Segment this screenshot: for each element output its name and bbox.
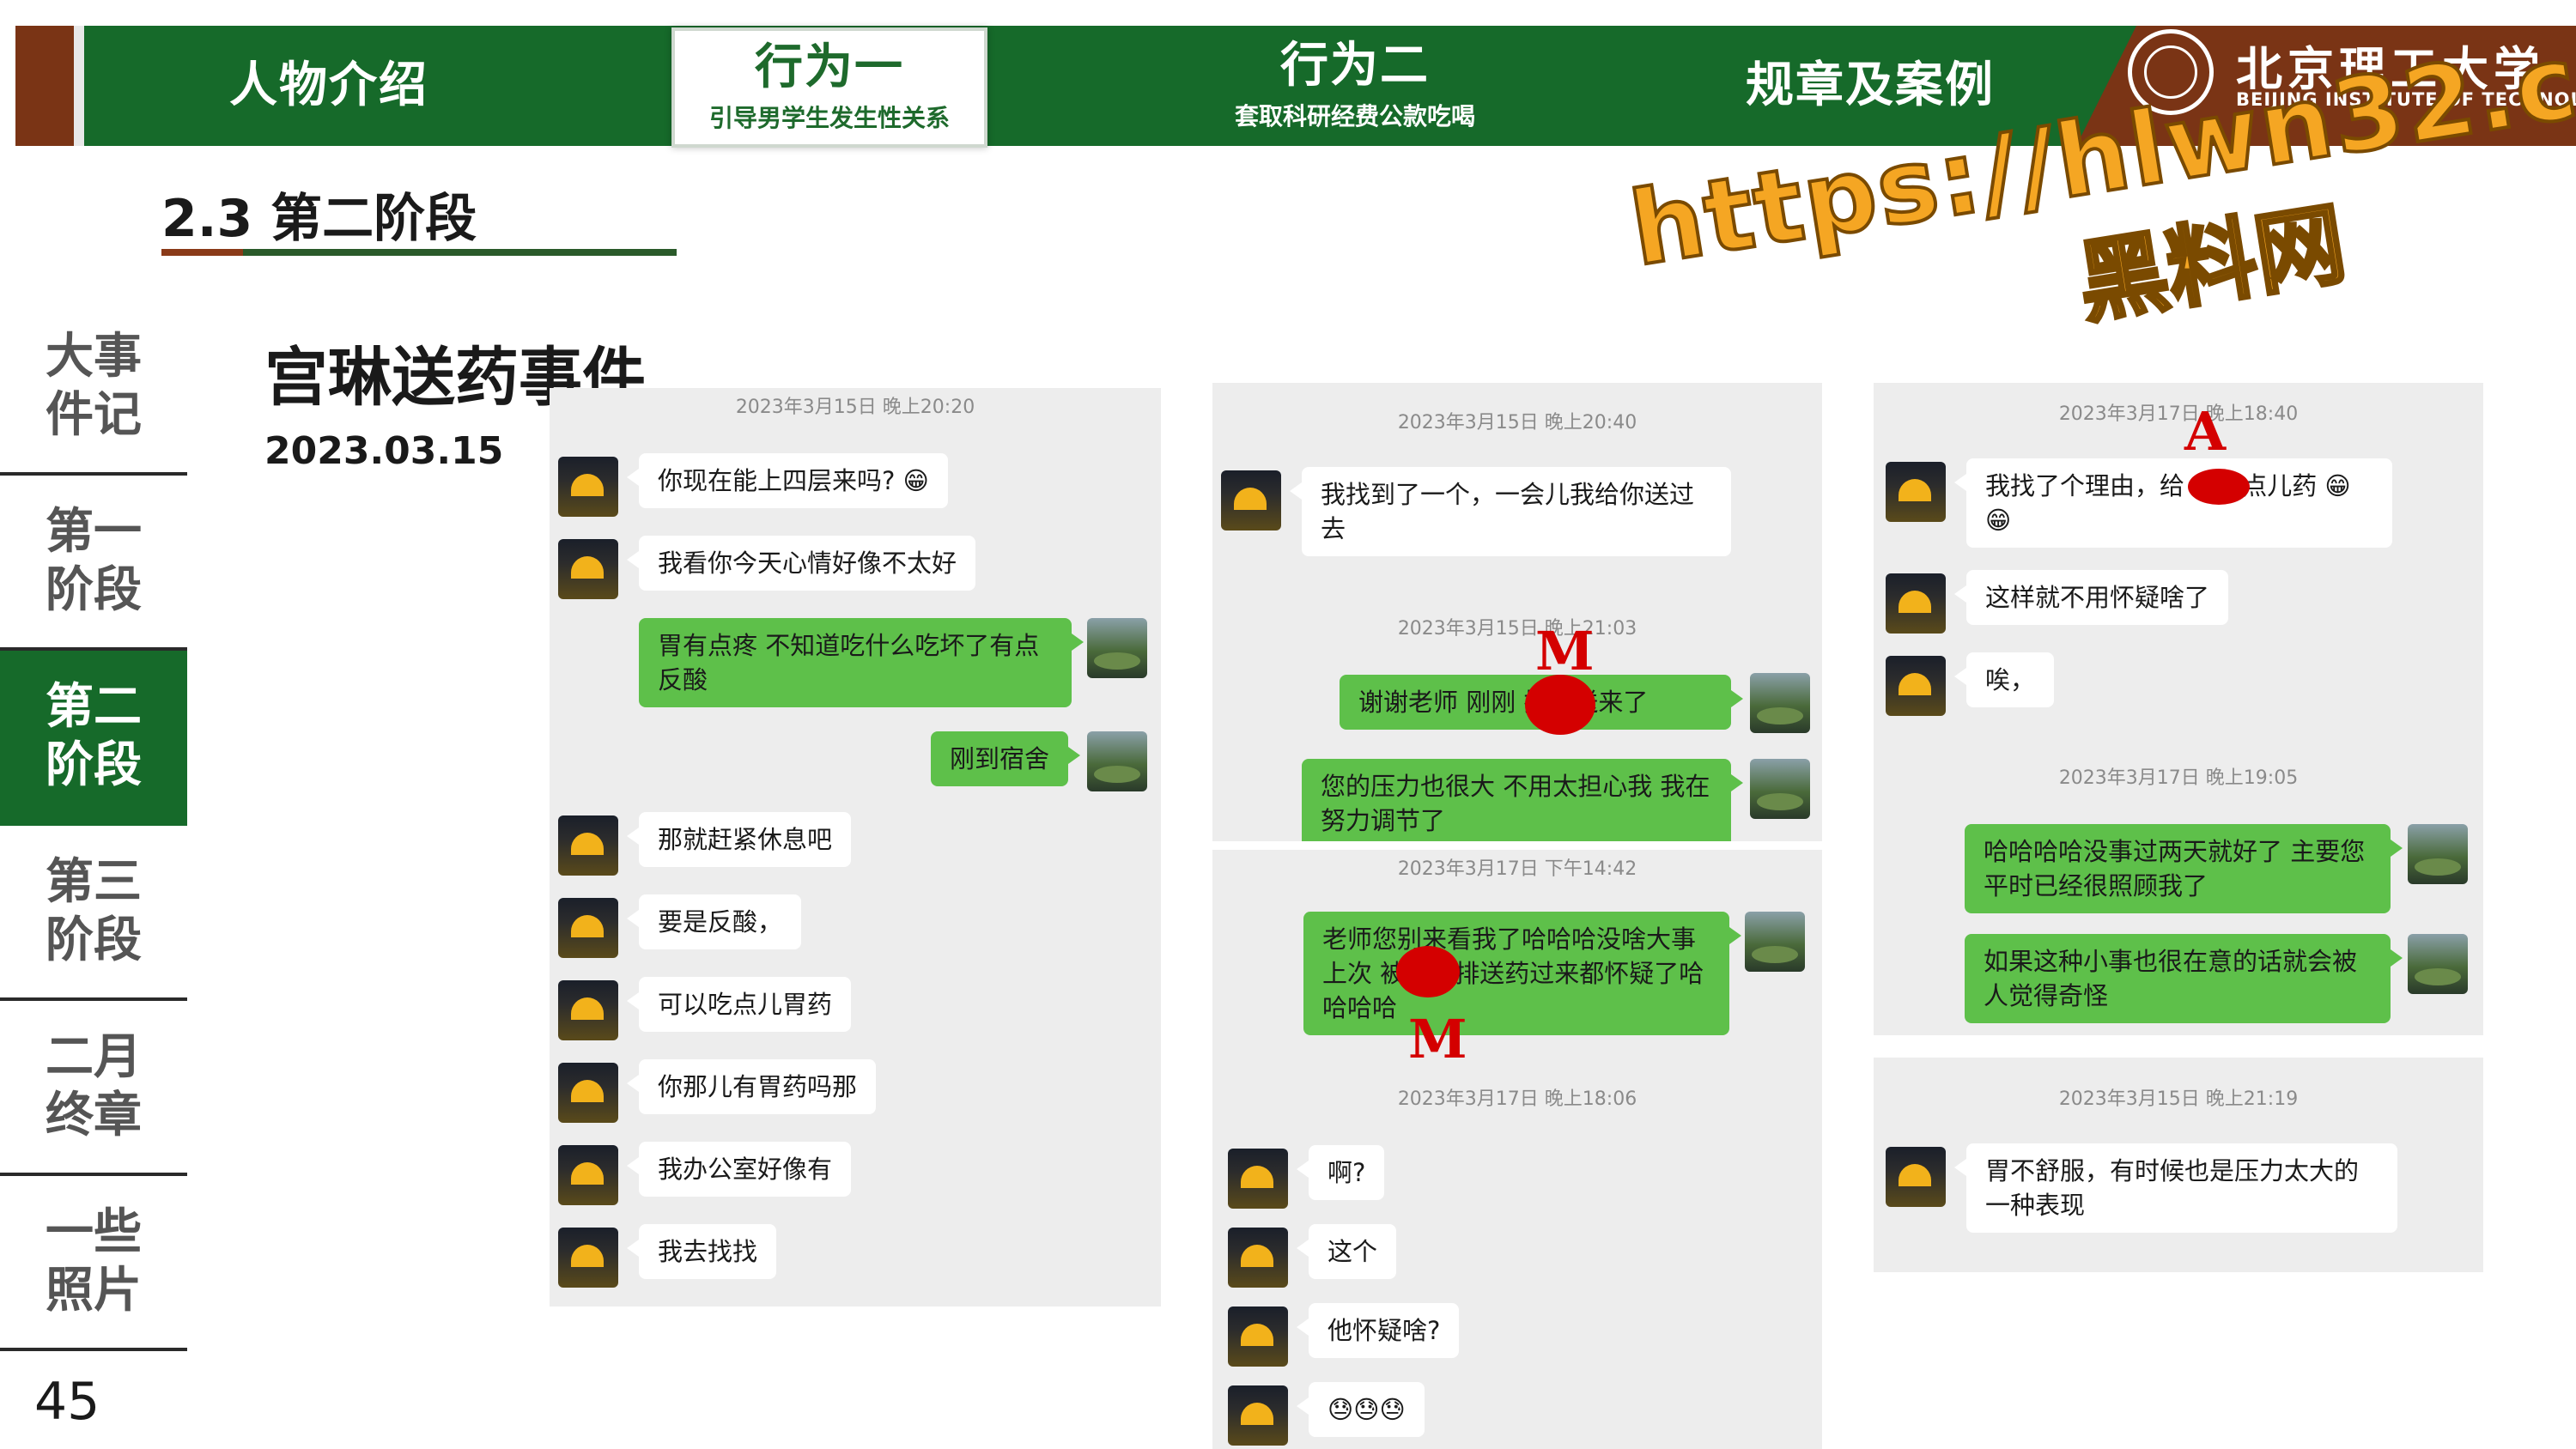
chat-screenshot-1: 2023年3月15日 晚上20:20 你现在能上四层来吗? 😁 我看你今天心情好… bbox=[550, 388, 1161, 1307]
avatar bbox=[558, 1228, 618, 1288]
nav-tab-profile[interactable]: 人物介绍 bbox=[118, 26, 539, 146]
chat-screenshot-5: 2023年3月15日 晚上21:19 胃不舒服，有时候也是压力太大的一种表现 bbox=[1874, 1058, 2483, 1272]
nav-tab-behavior-one[interactable]: 行为一 引导男学生发生性关系 bbox=[671, 27, 987, 148]
avatar bbox=[558, 980, 618, 1040]
avatar bbox=[1750, 759, 1810, 819]
chat-message: 胃不舒服，有时候也是压力太大的一种表现 bbox=[1954, 1143, 2397, 1233]
sidebar-item-stage-three[interactable]: 第三阶段 bbox=[0, 826, 187, 1001]
chat-message: 要是反酸， bbox=[626, 894, 802, 949]
avatar bbox=[1221, 470, 1281, 530]
section-title: 2.3 第二阶段 bbox=[161, 189, 477, 249]
avatar bbox=[1750, 673, 1810, 733]
chat-screenshot-4: 2023年3月17日 晚上18:40 我找了个理由，给 也送点儿药 😁😁 A 这… bbox=[1874, 383, 2483, 1035]
avatar bbox=[558, 815, 618, 876]
avatar bbox=[1228, 1149, 1288, 1209]
chat-timestamp: 2023年3月15日 晚上21:03 bbox=[1397, 618, 1637, 640]
avatar bbox=[1228, 1228, 1288, 1288]
chat-timestamp: 2023年3月17日 晚上18:06 bbox=[1397, 1088, 1637, 1110]
chat-message: 😓😓😓 bbox=[1297, 1382, 1425, 1437]
chat-timestamp: 2023年3月15日 晚上20:20 bbox=[735, 397, 975, 418]
chat-timestamp: 2023年3月17日 下午14:42 bbox=[1397, 858, 1637, 880]
chat-timestamp: 2023年3月15日 晚上21:19 bbox=[2058, 1088, 2299, 1110]
sidebar-item-stage-two[interactable]: 第二阶段 bbox=[0, 651, 187, 826]
chat-message: 我去找找 bbox=[626, 1224, 777, 1279]
chat-message: 这个 bbox=[1296, 1224, 1397, 1279]
chat-screenshot-2: 2023年3月15日 晚上20:40 我找到了一个，一会儿我给你送过去 2023… bbox=[1212, 383, 1822, 841]
chat-message: 唉， bbox=[1953, 652, 2055, 707]
avatar bbox=[1886, 573, 1946, 634]
sidebar-item-stage-one[interactable]: 第一阶段 bbox=[0, 476, 187, 651]
annotation-letter: M bbox=[1535, 620, 1595, 682]
chat-timestamp: 2023年3月17日 晚上19:05 bbox=[2058, 767, 2299, 789]
chat-message: 刚到宿舍 bbox=[930, 731, 1081, 786]
chat-timestamp: 2023年3月15日 晚上20:40 bbox=[1397, 412, 1637, 433]
chat-message: 可以吃点儿胃药 bbox=[626, 977, 852, 1032]
chat-message: 你现在能上四层来吗? 😁 bbox=[627, 453, 948, 508]
avatar bbox=[558, 1145, 618, 1205]
chat-message: 这样就不用怀疑啥了 bbox=[1953, 570, 2229, 625]
redaction-mark bbox=[1396, 946, 1460, 997]
avatar bbox=[558, 539, 618, 599]
sidebar: 大事件记 第一阶段 第二阶段 第三阶段 二月终章 一些照片 bbox=[0, 300, 187, 1351]
avatar bbox=[2408, 824, 2468, 884]
nav-tab-label: 人物介绍 bbox=[229, 58, 428, 114]
sidebar-item-label: 一些照片 bbox=[46, 1203, 142, 1319]
avatar bbox=[558, 457, 618, 517]
nav-tab-label: 行为一 bbox=[755, 39, 904, 96]
chat-screenshot-3: 2023年3月17日 下午14:42 老师您别来看我了哈哈哈没啥大事 上次 被您… bbox=[1212, 850, 1822, 1449]
redaction-mark bbox=[1525, 675, 1595, 735]
avatar bbox=[1087, 731, 1147, 791]
chat-message: 老师您别来看我了哈哈哈没啥大事 上次 被您安排送药过来都怀疑了哈哈哈哈 bbox=[1303, 912, 1741, 1035]
avatar bbox=[1228, 1385, 1288, 1446]
nav-tab-behavior-two[interactable]: 行为二 套取科研经费公款吃喝 bbox=[1132, 26, 1578, 146]
chat-message: 我看你今天心情好像不太好 bbox=[626, 536, 976, 591]
annotation-letter: A bbox=[2184, 400, 2227, 463]
event-date: 2023.03.15 bbox=[264, 429, 504, 473]
sidebar-item-label: 第一阶段 bbox=[46, 503, 142, 618]
chat-message: 胃有点疼 不知道吃什么吃坏了有点反酸 bbox=[639, 618, 1084, 707]
nav-tab-label: 规章及案例 bbox=[1746, 58, 1995, 114]
section-underline bbox=[161, 249, 677, 256]
avatar bbox=[2408, 934, 2468, 994]
sidebar-item-label: 第二阶段 bbox=[46, 678, 142, 793]
nav-tab-sublabel: 引导男学生发生性关系 bbox=[708, 103, 950, 132]
nav-accent-bar bbox=[15, 26, 74, 146]
sidebar-item-timeline[interactable]: 大事件记 bbox=[0, 300, 187, 476]
chat-message: 我找了个理由，给 也送点儿药 😁😁 bbox=[1954, 458, 2392, 548]
chat-message: 我办公室好像有 bbox=[626, 1142, 852, 1197]
avatar bbox=[558, 1063, 618, 1123]
sidebar-item-finale[interactable]: 二月终章 bbox=[0, 1001, 187, 1176]
chat-message: 您的压力也很大 不用太担心我 我在努力调节了 bbox=[1302, 759, 1743, 841]
nav-tab-sublabel: 套取科研经费公款吃喝 bbox=[1234, 101, 1475, 130]
nav-tab-label: 行为二 bbox=[1280, 38, 1430, 94]
avatar bbox=[1228, 1307, 1288, 1367]
sidebar-item-label: 二月终章 bbox=[46, 1028, 142, 1143]
avatar bbox=[1087, 618, 1147, 678]
avatar bbox=[1886, 1147, 1946, 1207]
chat-message: 我找到了一个，一会儿我给你送过去 bbox=[1290, 467, 1731, 556]
chat-timestamp: 2023年3月17日 晚上18:40 bbox=[2058, 403, 2299, 425]
sidebar-item-photos[interactable]: 一些照片 bbox=[0, 1176, 187, 1351]
chat-message: 啊? bbox=[1296, 1145, 1385, 1200]
annotation-letter: M bbox=[1408, 1008, 1467, 1070]
avatar bbox=[1886, 656, 1946, 716]
page-number: 45 bbox=[34, 1372, 100, 1432]
chat-message: 哈哈哈哈没事过两天就好了 主要您平时已经很照顾我了 bbox=[1965, 824, 2403, 913]
chat-message: 他怀疑啥? bbox=[1296, 1303, 1460, 1358]
chat-message: 那就赶紧休息吧 bbox=[626, 812, 852, 867]
redaction-mark bbox=[2188, 469, 2250, 505]
chat-message: 你那儿有胃药吗那 bbox=[626, 1059, 877, 1114]
chat-message: 如果这种小事也很在意的话就会被人觉得奇怪 bbox=[1965, 934, 2403, 1023]
sidebar-item-label: 大事件记 bbox=[46, 328, 142, 443]
sidebar-item-label: 第三阶段 bbox=[46, 853, 142, 968]
avatar bbox=[1886, 462, 1946, 522]
avatar bbox=[558, 898, 618, 958]
avatar bbox=[1745, 912, 1805, 972]
